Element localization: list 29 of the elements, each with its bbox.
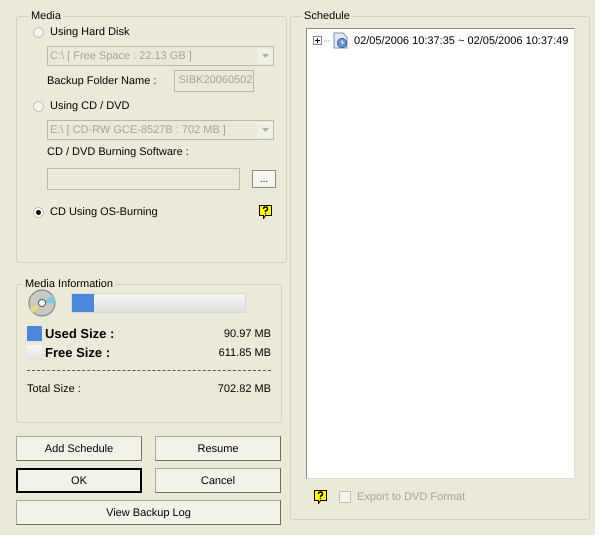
size-value: 611.85 MB (218, 346, 271, 358)
field-label: Backup Folder Name : (47, 75, 156, 87)
schedule-item[interactable]: 02/05/2006 10:37:35 ~ 02/05/2006 10:37:49 (354, 34, 568, 46)
action-button[interactable]: OK (16, 468, 142, 493)
expand-icon[interactable] (313, 36, 322, 45)
size-value: 90.97 MB (224, 328, 271, 340)
clock-document-icon (332, 32, 349, 49)
action-button[interactable]: View Backup Log (16, 500, 281, 525)
group-title: Media Information (24, 278, 114, 290)
radio-button[interactable]: CD Using OS-Burning (33, 202, 158, 222)
action-button[interactable]: Add Schedule (16, 436, 142, 461)
size-label: Free Size : (45, 345, 110, 360)
help-icon[interactable] (259, 205, 272, 219)
group-title: Schedule (303, 10, 351, 22)
connector-line (324, 40, 330, 42)
input-field[interactable] (47, 168, 240, 190)
help-icon[interactable] (314, 490, 327, 504)
size-value: 702.82 MB (218, 382, 271, 394)
size-label: Used Size : (45, 326, 114, 341)
free-swatch (27, 345, 42, 360)
field-label: CD / DVD Burning Software : (47, 146, 189, 158)
used-swatch (27, 326, 42, 341)
radio-button[interactable]: Using Hard Disk (33, 22, 276, 42)
action-button[interactable]: Resume (155, 436, 281, 461)
action-button[interactable]: Cancel (155, 468, 281, 493)
disc-icon (27, 289, 57, 317)
radio-button[interactable]: Using CD / DVD (33, 96, 276, 116)
group-title: Media (30, 10, 62, 22)
size-label: Total Size : (27, 382, 81, 394)
